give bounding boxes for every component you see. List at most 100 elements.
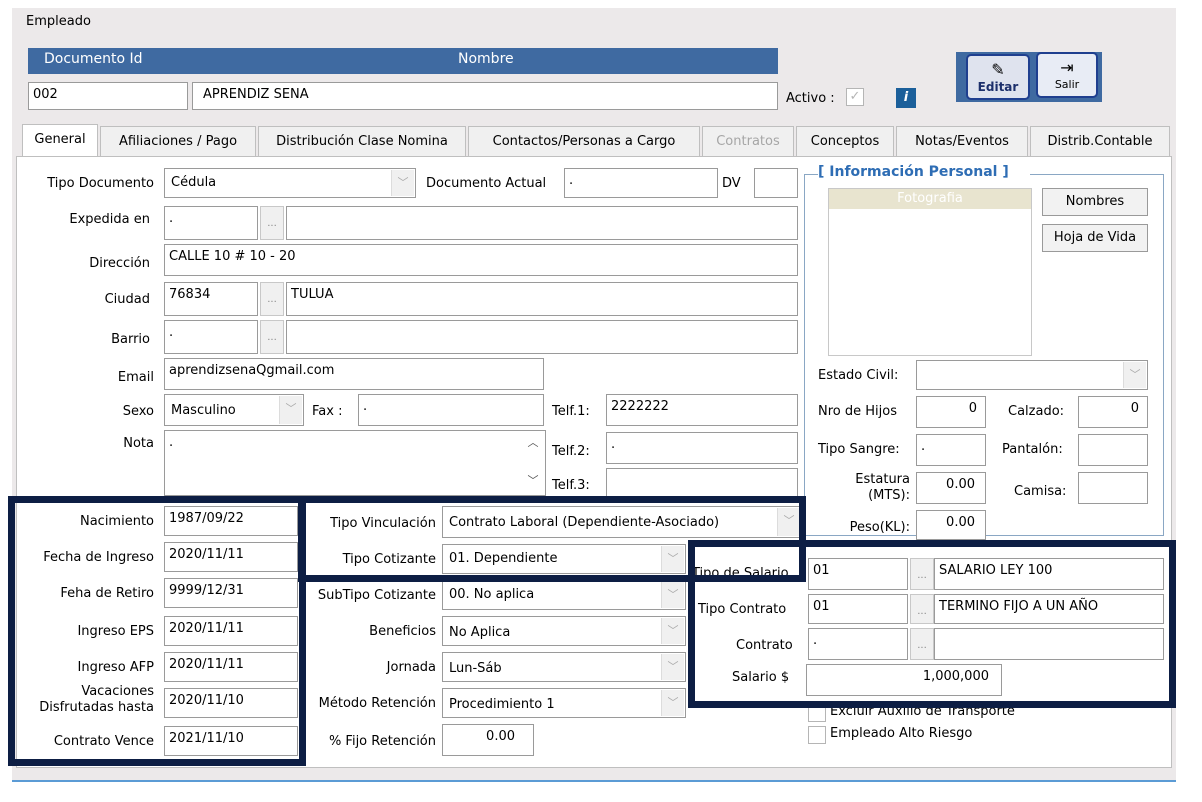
editar-button[interactable]: ✎ Editar xyxy=(966,54,1030,100)
ciudad-lookup-button[interactable]: ... xyxy=(260,282,284,316)
dv-field[interactable] xyxy=(754,168,798,198)
nota-label: Nota xyxy=(123,436,154,451)
barrio-lookup-button[interactable]: ... xyxy=(260,320,284,354)
tab-distrib-contable[interactable]: Distrib.Contable xyxy=(1030,126,1170,156)
subtipo-label: SubTipo Cotizante xyxy=(317,588,436,603)
foto-frame xyxy=(828,188,1032,356)
doc-id-header: Documento Id xyxy=(44,51,143,67)
activo-checkbox[interactable]: ✓ xyxy=(846,88,864,106)
nombre-header: Nombre xyxy=(458,51,514,67)
expedida-lookup-button[interactable]: ... xyxy=(260,206,284,240)
personal-section-title: [ Información Personal ] xyxy=(818,164,1009,180)
sangre-label: Tipo Sangre: xyxy=(818,442,900,457)
expedida-code-field[interactable]: . xyxy=(164,206,258,240)
tab-contratos: Contratos xyxy=(702,126,794,156)
info-icon[interactable]: i xyxy=(896,88,916,108)
tab-notas[interactable]: Notas/Eventos xyxy=(896,126,1028,156)
beneficios-label: Beneficios xyxy=(369,624,436,639)
metodo-value: Procedimiento 1 xyxy=(449,697,555,712)
alto-riesgo-checkbox[interactable] xyxy=(808,726,826,744)
pantalon-field[interactable] xyxy=(1078,434,1148,466)
ciudad-label: Ciudad xyxy=(104,292,150,307)
email-field[interactable]: aprendizsenaQgmail.com xyxy=(164,358,544,390)
nota-scrollbar[interactable]: ︿ ﹀ xyxy=(524,436,542,492)
fax-label: Fax : xyxy=(312,404,343,419)
hijos-label: Nro de Hijos xyxy=(818,404,897,419)
hoja-vida-button[interactable]: Hoja de Vida xyxy=(1042,224,1148,252)
direccion-label: Dirección xyxy=(89,256,150,271)
metodo-label: Método Retención xyxy=(318,696,436,711)
arrow-down-icon: ﹀ xyxy=(527,474,539,487)
email-label: Email xyxy=(117,370,154,385)
expedida-label: Expedida en xyxy=(69,212,150,227)
sangre-field[interactable]: . xyxy=(916,434,986,466)
tab-conceptos[interactable]: Conceptos xyxy=(796,126,894,156)
chevron-down-icon: ﹀ xyxy=(661,654,684,680)
nombre-field[interactable]: APRENDIZ SENA xyxy=(192,82,778,110)
estado-civil-select[interactable]: ﹀ xyxy=(916,360,1148,390)
chevron-down-icon: ﹀ xyxy=(391,170,414,196)
ciudad-code-field[interactable]: 76834 xyxy=(164,282,258,316)
telf2-field[interactable]: . xyxy=(606,432,798,464)
estado-civil-label: Estado Civil: xyxy=(818,368,899,383)
exit-icon: ⇥ xyxy=(1060,58,1074,77)
beneficios-value: No Aplica xyxy=(449,625,511,640)
tab-afiliaciones[interactable]: Afiliaciones / Pago xyxy=(100,126,256,156)
nota-field[interactable]: . xyxy=(164,430,546,496)
barrio-name-field[interactable] xyxy=(286,320,798,354)
telf1-field[interactable]: 2222222 xyxy=(606,394,798,426)
salir-label: Salir xyxy=(1054,78,1080,91)
telf1-label: Telf.1: xyxy=(552,404,590,419)
fijo-field[interactable]: 0.00 xyxy=(442,724,534,756)
salir-button[interactable]: ⇥ Salir xyxy=(1036,52,1098,98)
hijos-field[interactable]: 0 xyxy=(916,396,986,428)
camisa-field[interactable] xyxy=(1078,472,1148,504)
doc-id-field[interactable]: 002 xyxy=(28,82,188,110)
arrow-up-icon: ︿ xyxy=(527,436,539,449)
header-bar: Documento Id Nombre xyxy=(28,48,778,74)
estatura-label-line2: (MTS): xyxy=(868,488,910,503)
ciudad-name-field[interactable]: TULUA xyxy=(286,282,798,316)
telf3-field[interactable] xyxy=(606,468,798,498)
pantalon-label: Pantalón: xyxy=(1002,442,1063,457)
estatura-field[interactable]: 0.00 xyxy=(916,472,986,504)
direccion-field[interactable]: CALLE 10 # 10 - 20 xyxy=(164,244,798,276)
tipo-documento-select[interactable]: Cédula ﹀ xyxy=(164,168,416,198)
peso-field[interactable]: 0.00 xyxy=(916,510,986,540)
tab-general[interactable]: General xyxy=(22,124,98,156)
jornada-select[interactable]: Lun-Sáb ﹀ xyxy=(442,652,686,682)
chevron-down-icon: ﹀ xyxy=(661,582,684,608)
estatura-label: Estatura (MTS): xyxy=(818,472,910,504)
sexo-label: Sexo xyxy=(122,404,154,419)
subtipo-select[interactable]: 00. No aplica ﹀ xyxy=(442,580,686,610)
editar-label: Editar xyxy=(977,80,1019,94)
nombres-button[interactable]: Nombres xyxy=(1042,188,1148,216)
expedida-name-field[interactable] xyxy=(286,206,798,240)
edit-icon: ✎ xyxy=(991,60,1005,79)
window-title: Empleado xyxy=(26,14,91,29)
tab-contactos[interactable]: Contactos/Personas a Cargo xyxy=(468,126,700,156)
sexo-value: Masculino xyxy=(171,403,236,418)
fijo-label: % Fijo Retención xyxy=(328,734,436,749)
beneficios-select[interactable]: No Aplica ﹀ xyxy=(442,616,686,646)
barrio-code-field[interactable]: . xyxy=(164,320,258,354)
sexo-select[interactable]: Masculino ﹀ xyxy=(164,394,304,426)
chevron-down-icon: ﹀ xyxy=(661,618,684,644)
chevron-down-icon: ﹀ xyxy=(1123,362,1146,388)
telf2-label: Telf.2: xyxy=(552,444,590,459)
personal-frame-top-right xyxy=(1030,174,1164,175)
foto-label: Fotografia xyxy=(829,189,1031,209)
fax-field[interactable]: . xyxy=(358,394,544,426)
alto-riesgo-label: Empleado Alto Riesgo xyxy=(830,726,973,741)
jornada-label: Jornada xyxy=(386,660,436,675)
jornada-value: Lun-Sáb xyxy=(449,661,502,676)
camisa-label: Camisa: xyxy=(1014,484,1067,499)
tipo-documento-label: Tipo Documento xyxy=(47,176,154,191)
tipo-documento-value: Cédula xyxy=(171,175,217,190)
metodo-select[interactable]: Procedimiento 1 ﹀ xyxy=(442,688,686,718)
personal-frame-top-left xyxy=(804,174,818,175)
documento-actual-field[interactable]: . xyxy=(564,168,718,198)
estatura-label-line1: Estatura xyxy=(855,472,910,487)
calzado-field[interactable]: 0 xyxy=(1078,396,1148,428)
tab-distribucion-clase[interactable]: Distribución Clase Nomina xyxy=(258,126,466,156)
